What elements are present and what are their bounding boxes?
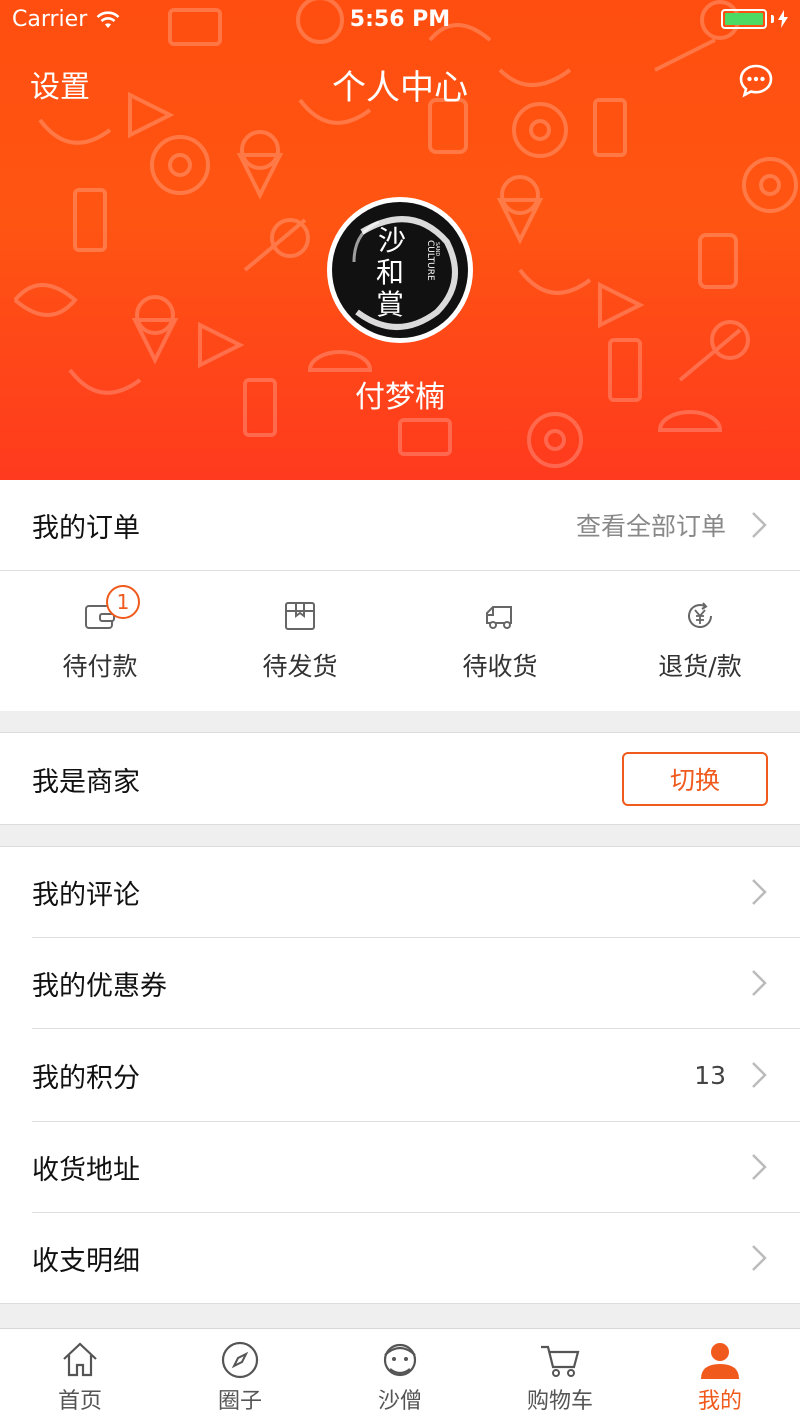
refund-yen-icon bbox=[688, 602, 712, 628]
order-refund[interactable]: 退货/款 bbox=[600, 571, 800, 711]
username: 付梦楠 bbox=[355, 380, 445, 415]
switch-button[interactable]: 切换 bbox=[622, 752, 768, 806]
compass-icon bbox=[221, 1341, 259, 1379]
home-icon bbox=[63, 1342, 97, 1377]
order-pending-receipt-label: 待收货 bbox=[462, 652, 538, 681]
order-pending-receipt[interactable]: 待收货 bbox=[400, 571, 600, 711]
logo-side-small-text: SAND bbox=[434, 242, 440, 256]
chevron-right-icon bbox=[752, 1154, 767, 1180]
monk-icon bbox=[383, 1343, 417, 1377]
box-icon bbox=[285, 602, 315, 630]
logo-char-2: 和 bbox=[376, 256, 404, 289]
merchant-row: 我是商家 切换 bbox=[0, 733, 800, 825]
logo-side-text: CULTURE bbox=[425, 240, 435, 281]
tab-monk[interactable]: 沙僧 bbox=[320, 1329, 480, 1422]
menu-item-label: 我的评论 bbox=[32, 879, 140, 911]
merchant-section: 我是商家 切换 bbox=[0, 732, 800, 825]
tab-circle[interactable]: 圈子 bbox=[160, 1329, 320, 1422]
tab-bar: 首页 圈子 沙僧 购物车 我的 bbox=[0, 1328, 800, 1422]
order-pending-shipment[interactable]: 待发货 bbox=[200, 571, 400, 711]
tab-label: 购物车 bbox=[526, 1389, 593, 1414]
menu-item-label: 收货地址 bbox=[32, 1154, 140, 1186]
order-status-shortcuts: 1 待付款 待发货 待收货 退货/款 bbox=[0, 571, 800, 711]
tab-cart[interactable]: 购物车 bbox=[480, 1329, 640, 1422]
tab-home[interactable]: 首页 bbox=[0, 1329, 160, 1422]
menu-item-points[interactable]: 我的积分 13 bbox=[0, 1029, 800, 1121]
profile-header: Carrier 5:56 PM 设置 个人中心 沙 和 賞 CULTURE SA… bbox=[0, 0, 800, 480]
order-pending-shipment-label: 待发货 bbox=[262, 652, 338, 681]
status-bar: Carrier 5:56 PM bbox=[0, 0, 800, 40]
menu-item-label: 收支明细 bbox=[32, 1245, 140, 1277]
tab-me[interactable]: 我的 bbox=[640, 1329, 800, 1422]
chevron-right-icon bbox=[752, 1062, 767, 1088]
orders-row[interactable]: 我的订单 查看全部订单 bbox=[0, 480, 800, 570]
logo-char-1: 沙 bbox=[378, 224, 406, 257]
navigation-bar: 设置 个人中心 bbox=[0, 52, 800, 112]
tab-label: 我的 bbox=[697, 1389, 742, 1414]
status-time: 5:56 PM bbox=[349, 7, 451, 32]
menu-item-comments[interactable]: 我的评论 bbox=[0, 847, 800, 937]
charging-bolt-icon bbox=[778, 10, 788, 28]
tab-label: 沙僧 bbox=[377, 1389, 422, 1414]
view-all-orders-link[interactable]: 查看全部订单 bbox=[576, 507, 726, 543]
tab-label: 首页 bbox=[57, 1389, 102, 1414]
order-pending-payment[interactable]: 1 待付款 bbox=[0, 571, 200, 711]
orders-section: 我的订单 查看全部订单 1 待付款 待发货 待收货 退货/款 bbox=[0, 480, 800, 711]
chevron-right-icon bbox=[752, 879, 767, 905]
menu-item-transactions[interactable]: 收支明细 bbox=[0, 1213, 800, 1303]
pending-payment-badge: 1 bbox=[106, 585, 140, 619]
points-value: 13 bbox=[694, 1060, 726, 1090]
chevron-right-icon bbox=[752, 1245, 767, 1271]
avatar-logo: 沙 和 賞 CULTURE SAND bbox=[332, 202, 468, 338]
tab-label: 圈子 bbox=[217, 1389, 262, 1414]
battery-icon bbox=[721, 9, 767, 29]
truck-icon bbox=[486, 606, 512, 629]
order-refund-label: 退货/款 bbox=[658, 652, 742, 681]
message-icon[interactable] bbox=[738, 62, 774, 98]
chevron-right-icon bbox=[752, 512, 767, 538]
order-pending-payment-label: 待付款 bbox=[62, 652, 138, 681]
menu-section: 我的评论 我的优惠券 我的积分 13 收货地址 收支明细 bbox=[0, 846, 800, 1304]
page-title: 个人中心 bbox=[332, 68, 468, 108]
chevron-right-icon bbox=[752, 970, 767, 996]
menu-item-label: 我的优惠券 bbox=[32, 970, 167, 1002]
logo-char-3: 賞 bbox=[376, 288, 404, 321]
brush-stroke-logo: 沙 和 賞 CULTURE SAND bbox=[352, 216, 458, 330]
avatar[interactable]: 沙 和 賞 CULTURE SAND bbox=[327, 197, 473, 343]
cart-icon bbox=[541, 1345, 580, 1377]
battery-indicator bbox=[721, 9, 788, 29]
menu-item-coupons[interactable]: 我的优惠券 bbox=[0, 938, 800, 1028]
menu-item-label: 我的积分 bbox=[32, 1062, 140, 1094]
orders-title: 我的订单 bbox=[32, 512, 140, 544]
person-icon bbox=[701, 1343, 739, 1379]
menu-item-address[interactable]: 收货地址 bbox=[0, 1122, 800, 1212]
merchant-label: 我是商家 bbox=[32, 766, 140, 798]
